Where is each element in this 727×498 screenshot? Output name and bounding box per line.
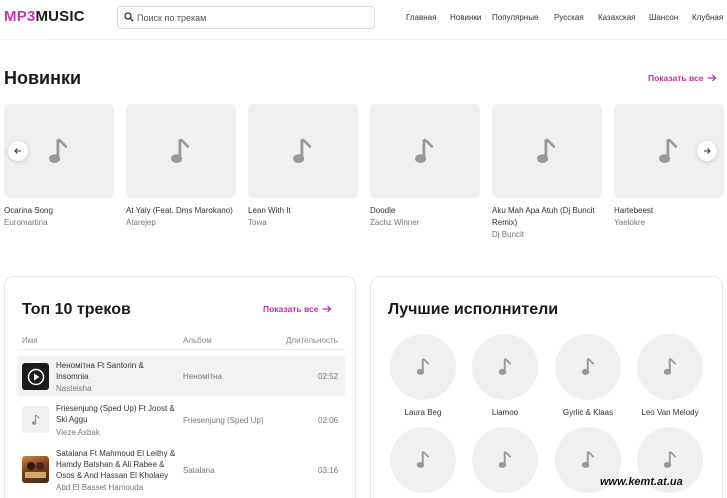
release-cover[interactable] — [248, 104, 358, 198]
column-name: Имя — [22, 336, 38, 345]
music-note-icon — [663, 450, 676, 468]
nav-home[interactable]: Главная — [406, 13, 436, 22]
search-box[interactable] — [117, 6, 375, 29]
release-title[interactable]: At Yaly (Feat. Dms Marokano) — [126, 205, 236, 217]
carousel-prev-button[interactable] — [8, 141, 28, 161]
artist-avatar[interactable] — [555, 334, 621, 400]
track-name[interactable]: Satalana Ft Mahmoud El Leithy & Hamdy Ba… — [56, 448, 176, 481]
nav-kazakh[interactable]: Казахская — [598, 13, 636, 22]
music-note-icon — [293, 137, 312, 163]
release-artist[interactable]: Towa — [248, 217, 358, 229]
top-tracks-title: Топ 10 треков — [22, 301, 131, 318]
release-artist[interactable]: Zachz Winner — [370, 217, 480, 229]
track-album: Satalana — [183, 466, 215, 475]
nav-chanson[interactable]: Шансон — [649, 13, 678, 22]
nav-new[interactable]: Новинки — [450, 13, 481, 22]
music-note-icon — [659, 137, 678, 163]
arrow-right-icon — [707, 74, 717, 82]
track-cover[interactable] — [22, 363, 49, 390]
artist-avatar[interactable] — [390, 334, 456, 400]
track-duration: 02:52 — [318, 372, 339, 381]
music-note-icon — [663, 357, 676, 375]
artist-name[interactable]: Laura Beg — [383, 408, 463, 417]
best-artists-title: Лучшие исполнители — [388, 301, 559, 318]
show-all-label: Показать все — [263, 304, 319, 314]
nav-club[interactable]: Клубная — [692, 13, 723, 22]
release-title[interactable]: Ocarina Song — [4, 205, 114, 217]
track-album: Неномітна — [183, 372, 222, 381]
music-note-icon — [416, 450, 429, 468]
arrow-right-icon — [704, 148, 711, 154]
track-artist[interactable]: Vieze Asbak — [56, 427, 176, 438]
search-input[interactable] — [137, 10, 367, 25]
release-artist[interactable]: Euromartina — [4, 217, 114, 229]
release-title[interactable]: Lean With It — [248, 205, 358, 217]
release-cover[interactable] — [492, 104, 602, 198]
release-artist[interactable]: Atarejep — [126, 217, 236, 229]
logo-mp3: MP3 — [4, 8, 36, 25]
track-duration: 02:06 — [318, 416, 339, 425]
release-cover[interactable] — [370, 104, 480, 198]
artist-name[interactable]: Liamoo — [465, 408, 545, 417]
music-note-icon — [498, 450, 511, 468]
music-note-icon — [581, 450, 594, 468]
new-releases-title: Новинки — [4, 68, 82, 88]
music-note-icon — [49, 137, 68, 163]
arrow-right-icon — [322, 305, 332, 313]
music-note-icon — [537, 137, 556, 163]
site-header: MP3MUSIC Главная Новинки Популярные Русс… — [0, 0, 727, 40]
music-note-icon — [416, 357, 429, 375]
music-note-icon — [498, 357, 511, 375]
release-title[interactable]: Aku Mah Apa Atuh (Dj Buncit Remix) — [492, 205, 602, 229]
track-duration: 03:16 — [318, 466, 339, 475]
site-logo[interactable]: MP3MUSIC — [4, 8, 85, 25]
artist-avatar[interactable] — [637, 334, 703, 400]
artist-avatar[interactable] — [472, 427, 538, 493]
artist-avatar[interactable] — [472, 334, 538, 400]
new-releases-show-all[interactable]: Показать все — [648, 73, 717, 83]
play-icon — [27, 368, 44, 385]
show-all-label: Показать все — [648, 73, 704, 83]
track-album: Friesenjung (Sped Up) — [183, 416, 264, 425]
music-note-icon — [171, 137, 190, 163]
table-divider — [17, 349, 345, 350]
artist-avatar[interactable] — [390, 427, 456, 493]
nav-popular[interactable]: Популярные — [492, 13, 538, 22]
top-tracks-show-all[interactable]: Показать все — [263, 304, 332, 314]
arrow-left-icon — [14, 148, 21, 154]
track-artist[interactable]: Abd El Basset Hamouda — [56, 482, 176, 493]
artist-name[interactable]: Leo Van Melody — [630, 408, 710, 417]
watermark: www.kemt.at.ua — [600, 476, 683, 488]
release-artist[interactable]: Yaelokre — [614, 217, 724, 229]
track-name[interactable]: Неномітна Ft Santorin & Insomnia — [56, 360, 176, 382]
release-title[interactable]: Doodle — [370, 205, 480, 217]
search-icon — [124, 12, 134, 22]
release-cover[interactable] — [126, 104, 236, 198]
music-note-icon — [415, 137, 434, 163]
nav-russian[interactable]: Русская — [554, 13, 584, 22]
track-cover[interactable] — [22, 406, 49, 433]
column-duration: Длительность — [286, 336, 338, 345]
release-artist[interactable]: Dj Buncit — [492, 229, 602, 241]
track-artist[interactable]: Nasteisha — [56, 383, 176, 394]
track-cover[interactable] — [22, 456, 49, 483]
column-album: Альбом — [183, 336, 212, 345]
music-note-icon — [581, 357, 594, 375]
album-art-image — [25, 462, 46, 478]
music-note-icon — [31, 413, 40, 425]
track-name[interactable]: Friesenjung (Sped Up) Ft Joost & Ski Agg… — [56, 403, 176, 425]
logo-music: MUSIC — [35, 8, 85, 25]
artist-name[interactable]: Gyrlic & Klaas — [548, 408, 628, 417]
carousel-next-button[interactable] — [697, 141, 717, 161]
release-title[interactable]: Hartebeest — [614, 205, 724, 217]
